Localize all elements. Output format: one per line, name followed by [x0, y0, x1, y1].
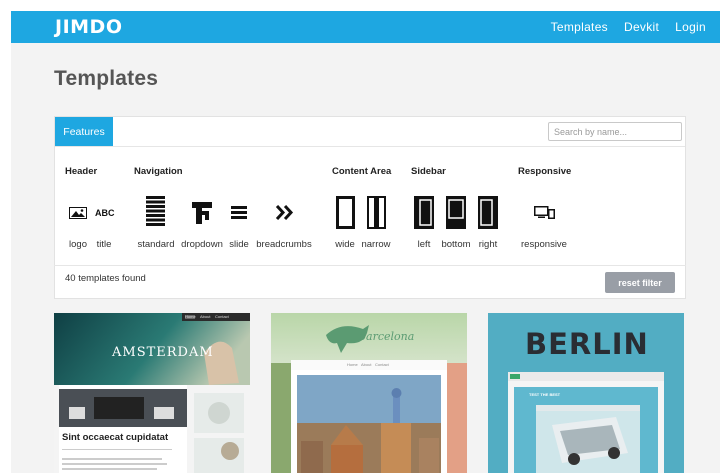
feature-label-slide: slide	[229, 239, 249, 250]
nav-templates-link[interactable]: Templates	[551, 20, 608, 34]
main-nav: Templates Devkit Login	[551, 11, 706, 43]
nav-devkit-link[interactable]: Devkit	[624, 20, 659, 34]
feature-label-wide: wide	[335, 239, 355, 250]
devices-icon	[534, 206, 555, 219]
amsterdam-nav-item: Home	[185, 314, 196, 319]
amsterdam-preview	[54, 313, 250, 473]
berlin-hero-text: BERLIN	[525, 327, 649, 361]
amsterdam-headline: Sint occaecat cupidatat	[62, 432, 169, 443]
logo-text: JIMDO	[55, 16, 123, 38]
group-label-header: Header	[65, 166, 98, 177]
group-label-responsive: Responsive	[518, 166, 572, 177]
feature-label-dropdown: dropdown	[181, 239, 223, 250]
group-label-sidebar: Sidebar	[411, 166, 446, 177]
page: JIMDO Templates Devkit Login Templates F…	[11, 11, 720, 473]
top-bar: JIMDO Templates Devkit Login	[11, 11, 720, 43]
dropdown-nav-icon	[192, 202, 212, 224]
image-icon	[69, 207, 87, 219]
template-card-amsterdam[interactable]: AMSTERDAM Home About Contact Sint occaec…	[54, 313, 250, 473]
berlin-banner-text: TEST THE BEST	[529, 392, 561, 397]
feature-label-responsive: responsive	[521, 239, 567, 250]
tab-features[interactable]: Features	[55, 117, 113, 146]
group-label-navigation: Navigation	[134, 166, 183, 177]
feature-label-title: title	[96, 239, 112, 250]
barcelona-hero-text: barcelona	[359, 330, 415, 343]
standard-nav-icon	[146, 196, 165, 226]
reset-filter-button[interactable]: reset filter	[605, 272, 675, 293]
barcelona-nav-item: About	[361, 362, 372, 367]
template-card-barcelona[interactable]: barcelona Home About Contact	[271, 313, 467, 473]
feature-label-standard: standard	[137, 239, 175, 250]
breadcrumbs-icon	[276, 205, 294, 220]
group-label-content-area: Content Area	[332, 166, 392, 177]
amsterdam-nav-item: Contact	[215, 314, 229, 319]
wide-content-icon	[336, 196, 355, 229]
slide-nav-icon	[231, 206, 247, 219]
feature-label-breadcrumbs: breadcrumbs	[256, 239, 312, 250]
feature-label-bottom: bottom	[441, 239, 471, 250]
feature-label-right: right	[478, 239, 498, 250]
panel-header-divider	[55, 146, 685, 147]
sidebar-bottom-icon	[446, 196, 466, 229]
page-title: Templates	[54, 67, 159, 90]
sidebar-left-icon	[414, 196, 434, 229]
nav-login-link[interactable]: Login	[675, 20, 706, 34]
amsterdam-hero-text: AMSTERDAM	[112, 345, 214, 360]
barcelona-nav-item: Home	[347, 362, 358, 367]
feature-label-logo: logo	[69, 239, 87, 250]
amsterdam-nav-item: About	[200, 314, 211, 319]
search-input[interactable]	[548, 122, 682, 141]
abc-text-icon: ABC	[95, 208, 115, 218]
narrow-content-icon	[367, 196, 386, 229]
panel-footer-divider	[54, 265, 686, 266]
sidebar-right-icon	[478, 196, 498, 229]
barcelona-nav-item: Contact	[375, 362, 389, 367]
templates-found-count: 40 templates found	[65, 273, 146, 284]
template-card-berlin[interactable]: BERLIN TEST THE BEST	[488, 313, 684, 473]
feature-label-left: left	[417, 239, 431, 250]
feature-label-narrow: narrow	[361, 239, 391, 250]
jimdo-logo[interactable]: JIMDO	[55, 16, 122, 38]
